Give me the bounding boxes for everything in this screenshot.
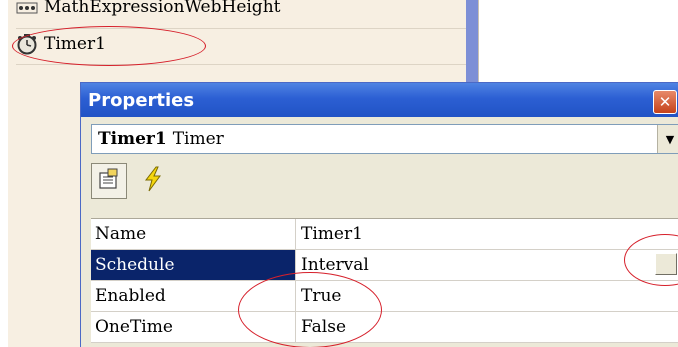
property-row-enabled[interactable]: Enabled True — [91, 281, 678, 312]
property-name: Enabled — [91, 281, 296, 311]
property-value-text: True — [301, 286, 342, 306]
selected-object-type: Timer — [172, 129, 224, 149]
property-grid: Name Timer1 Schedule Interval Enabled Tr… — [91, 218, 678, 343]
lightning-icon — [141, 166, 165, 196]
property-value-text: Timer1 — [301, 224, 363, 244]
tree-item-timer1[interactable]: Timer1 — [16, 29, 106, 59]
property-value[interactable]: True — [296, 281, 678, 311]
events-button[interactable] — [135, 163, 171, 199]
selected-object-name: Timer1 — [98, 129, 167, 149]
tree-item-label: MathExpressionWebHeight — [44, 0, 281, 17]
object-selector-combobox[interactable]: Timer1 Timer ▼ — [91, 124, 678, 154]
property-name: OneTime — [91, 312, 296, 342]
property-row-onetime[interactable]: OneTime False — [91, 312, 678, 343]
window-title: Properties — [88, 89, 195, 111]
abacus-icon — [16, 0, 38, 14]
property-row-schedule[interactable]: Schedule Interval — [91, 250, 678, 281]
property-name: Name — [91, 219, 296, 249]
ellipsis-button[interactable] — [655, 253, 677, 275]
properties-title-bar[interactable]: Properties — [81, 83, 678, 117]
screenshot-stage: MathExpressionWebHeight Timer1 Propertie — [0, 0, 678, 347]
tree-item-math-expression[interactable]: MathExpressionWebHeight — [16, 0, 280, 22]
properties-window: Properties ✕ Timer1 Timer ▼ Name Timer1 … — [80, 82, 678, 347]
close-button[interactable]: ✕ — [653, 90, 677, 114]
tree-item-label: Timer1 — [44, 34, 106, 54]
property-row-name[interactable]: Name Timer1 — [91, 219, 678, 250]
property-name: Schedule — [91, 250, 296, 280]
property-value-text: Interval — [301, 255, 369, 275]
chevron-down-icon: ▼ — [665, 132, 675, 146]
property-value[interactable]: False — [296, 312, 678, 342]
property-value-text: False — [301, 317, 346, 337]
property-value[interactable]: Interval — [296, 250, 678, 280]
properties-toolbar — [91, 158, 171, 204]
close-icon: ✕ — [658, 93, 672, 111]
properties-view-button[interactable] — [91, 163, 127, 199]
tree-divider — [16, 64, 476, 65]
clock-icon — [16, 33, 38, 55]
properties-view-icon — [97, 167, 121, 195]
property-value[interactable]: Timer1 — [296, 219, 678, 249]
combobox-dropdown-button[interactable]: ▼ — [657, 125, 678, 153]
